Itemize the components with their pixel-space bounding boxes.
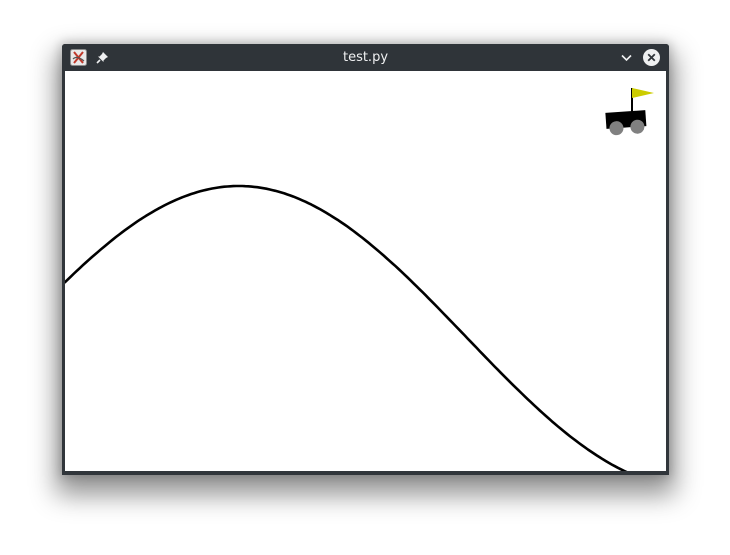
game-canvas[interactable] [65,71,666,471]
mountain-track [65,184,628,471]
goal-flag [632,88,654,98]
scene-svg [65,88,654,471]
chevron-down-icon[interactable] [619,50,634,65]
close-icon[interactable] [642,48,661,67]
desktop: test.py [0,0,730,555]
app-window: test.py [62,44,669,475]
title-bar[interactable]: test.py [62,44,669,71]
window-title: test.py [342,50,389,65]
car [605,110,647,136]
